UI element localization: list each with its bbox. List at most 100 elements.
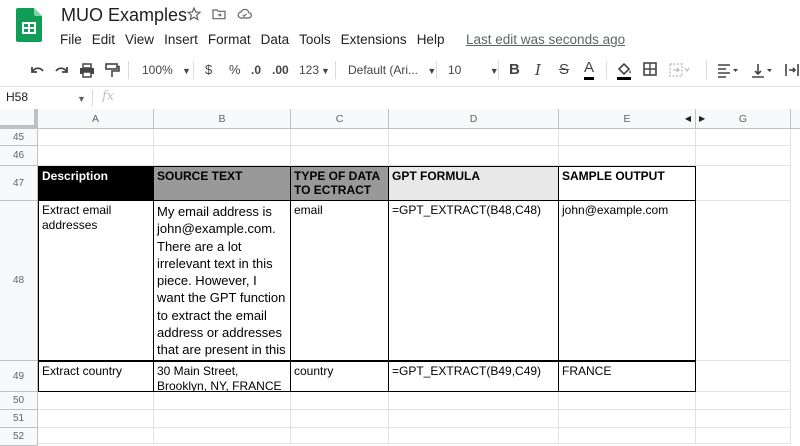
- strikethrough-button[interactable]: S: [559, 58, 569, 82]
- cell-b49[interactable]: 30 Main Street, Brooklyn, NY, FRANCE: [154, 361, 291, 392]
- row-header-48[interactable]: 48: [0, 201, 38, 361]
- cell-e50[interactable]: [559, 392, 696, 410]
- row-header-47[interactable]: 47: [0, 166, 38, 201]
- cell-b51[interactable]: [154, 410, 291, 428]
- paint-format-icon[interactable]: [103, 58, 121, 82]
- name-box[interactable]: H58: [6, 90, 28, 104]
- column-header-c[interactable]: C: [291, 109, 389, 129]
- chevron-down-icon[interactable]: ▼: [77, 94, 86, 104]
- star-icon[interactable]: [186, 6, 204, 24]
- cell-d50[interactable]: [389, 392, 559, 410]
- column-header-e[interactable]: E ◀: [559, 109, 696, 129]
- column-header-next[interactable]: [791, 109, 800, 129]
- row-header-49[interactable]: 49: [0, 361, 38, 392]
- cell-a52[interactable]: [38, 428, 154, 444]
- cell-c45[interactable]: [291, 129, 389, 146]
- menu-extensions[interactable]: Extensions: [336, 30, 412, 50]
- cell-e45[interactable]: [559, 129, 696, 146]
- text-color-button[interactable]: A: [584, 58, 595, 80]
- menu-format[interactable]: Format: [203, 30, 256, 50]
- menu-tools[interactable]: Tools: [294, 30, 336, 50]
- menu-edit[interactable]: Edit: [87, 30, 120, 50]
- cell-b45[interactable]: [154, 129, 291, 146]
- cell-g50[interactable]: [696, 392, 791, 410]
- cell-a49[interactable]: Extract country: [38, 361, 154, 392]
- cloud-status-icon[interactable]: [236, 6, 254, 24]
- menu-insert[interactable]: Insert: [159, 30, 203, 50]
- undo-icon[interactable]: [28, 58, 46, 82]
- italic-button[interactable]: I: [535, 58, 541, 82]
- row-header-46[interactable]: 46: [0, 146, 38, 166]
- header-source-text[interactable]: SOURCE TEXT: [154, 166, 291, 201]
- scroll-right-arrow-icon[interactable]: ▶: [699, 109, 705, 129]
- fill-color-icon[interactable]: [615, 58, 633, 82]
- cell-c46[interactable]: [291, 146, 389, 166]
- cell-c50[interactable]: [291, 392, 389, 410]
- document-title[interactable]: MUO Examples: [61, 5, 187, 26]
- row-header-51[interactable]: 51: [0, 410, 38, 428]
- menu-view[interactable]: View: [120, 30, 159, 50]
- cell-b52[interactable]: [154, 428, 291, 444]
- cell-e48[interactable]: john@example.com: [559, 201, 696, 361]
- zoom-select[interactable]: 100% ▼: [142, 58, 191, 82]
- cell-a48[interactable]: Extract email addresses: [38, 201, 154, 361]
- cell-e51[interactable]: [559, 410, 696, 428]
- cell-d52[interactable]: [389, 428, 559, 444]
- menu-help[interactable]: Help: [412, 30, 450, 50]
- move-folder-icon[interactable]: [211, 6, 229, 24]
- last-edit-link[interactable]: Last edit was seconds ago: [466, 30, 625, 50]
- header-type-of-data[interactable]: TYPE OF DATA TO ECTRACT: [291, 166, 389, 201]
- merge-cells-icon[interactable]: [668, 58, 692, 82]
- percent-format-button[interactable]: %: [229, 58, 241, 82]
- cell-a45[interactable]: [38, 129, 154, 146]
- menu-file[interactable]: File: [55, 30, 87, 50]
- cell-d45[interactable]: [389, 129, 559, 146]
- cell-g52[interactable]: [696, 428, 791, 444]
- font-family-select[interactable]: Default (Ari... ▼: [348, 58, 436, 82]
- currency-format-button[interactable]: $: [205, 58, 212, 82]
- more-formats-button[interactable]: 123 ▼: [299, 58, 330, 82]
- cell-d51[interactable]: [389, 410, 559, 428]
- cell-e49[interactable]: FRANCE: [559, 361, 696, 392]
- cell-c48[interactable]: email: [291, 201, 389, 361]
- column-header-b[interactable]: B: [154, 109, 291, 129]
- menu-data[interactable]: Data: [256, 30, 295, 50]
- borders-icon[interactable]: [642, 58, 658, 82]
- cell-d46[interactable]: [389, 146, 559, 166]
- row-header-50[interactable]: 50: [0, 392, 38, 410]
- cell-e46[interactable]: [559, 146, 696, 166]
- decrease-decimal-button[interactable]: .0: [251, 58, 261, 82]
- cell-g47[interactable]: [696, 166, 791, 201]
- text-wrap-icon[interactable]: [784, 58, 800, 82]
- cell-g48[interactable]: [696, 201, 791, 361]
- vertical-align-icon[interactable]: [750, 58, 776, 82]
- increase-decimal-button[interactable]: .00: [272, 58, 289, 82]
- cell-c49[interactable]: country: [291, 361, 389, 392]
- header-gpt-formula[interactable]: GPT FORMULA: [389, 166, 559, 201]
- cell-e52[interactable]: [559, 428, 696, 444]
- select-all-corner[interactable]: [0, 109, 38, 129]
- cell-d48[interactable]: =GPT_EXTRACT(B48,C48): [389, 201, 559, 361]
- cell-b46[interactable]: [154, 146, 291, 166]
- column-header-d[interactable]: D: [389, 109, 559, 129]
- sheets-logo-icon[interactable]: [16, 8, 42, 42]
- cell-c51[interactable]: [291, 410, 389, 428]
- print-icon[interactable]: [78, 58, 96, 82]
- cell-g51[interactable]: [696, 410, 791, 428]
- row-header-45[interactable]: 45: [0, 129, 38, 146]
- cell-a50[interactable]: [38, 392, 154, 410]
- row-header-52[interactable]: 52: [0, 428, 38, 446]
- header-description[interactable]: Description: [38, 166, 154, 201]
- cell-g46[interactable]: [696, 146, 791, 166]
- cell-g49[interactable]: [696, 361, 791, 392]
- scroll-left-arrow-icon[interactable]: ◀: [685, 109, 691, 129]
- column-header-g[interactable]: ▶ G: [696, 109, 791, 129]
- horizontal-align-icon[interactable]: [716, 58, 742, 82]
- cell-b50[interactable]: [154, 392, 291, 410]
- bold-button[interactable]: B: [509, 58, 520, 82]
- cell-c52[interactable]: [291, 428, 389, 444]
- cell-d49[interactable]: =GPT_EXTRACT(B49,C49): [389, 361, 559, 392]
- redo-icon[interactable]: [53, 58, 71, 82]
- cell-g45[interactable]: [696, 129, 791, 146]
- cell-a51[interactable]: [38, 410, 154, 428]
